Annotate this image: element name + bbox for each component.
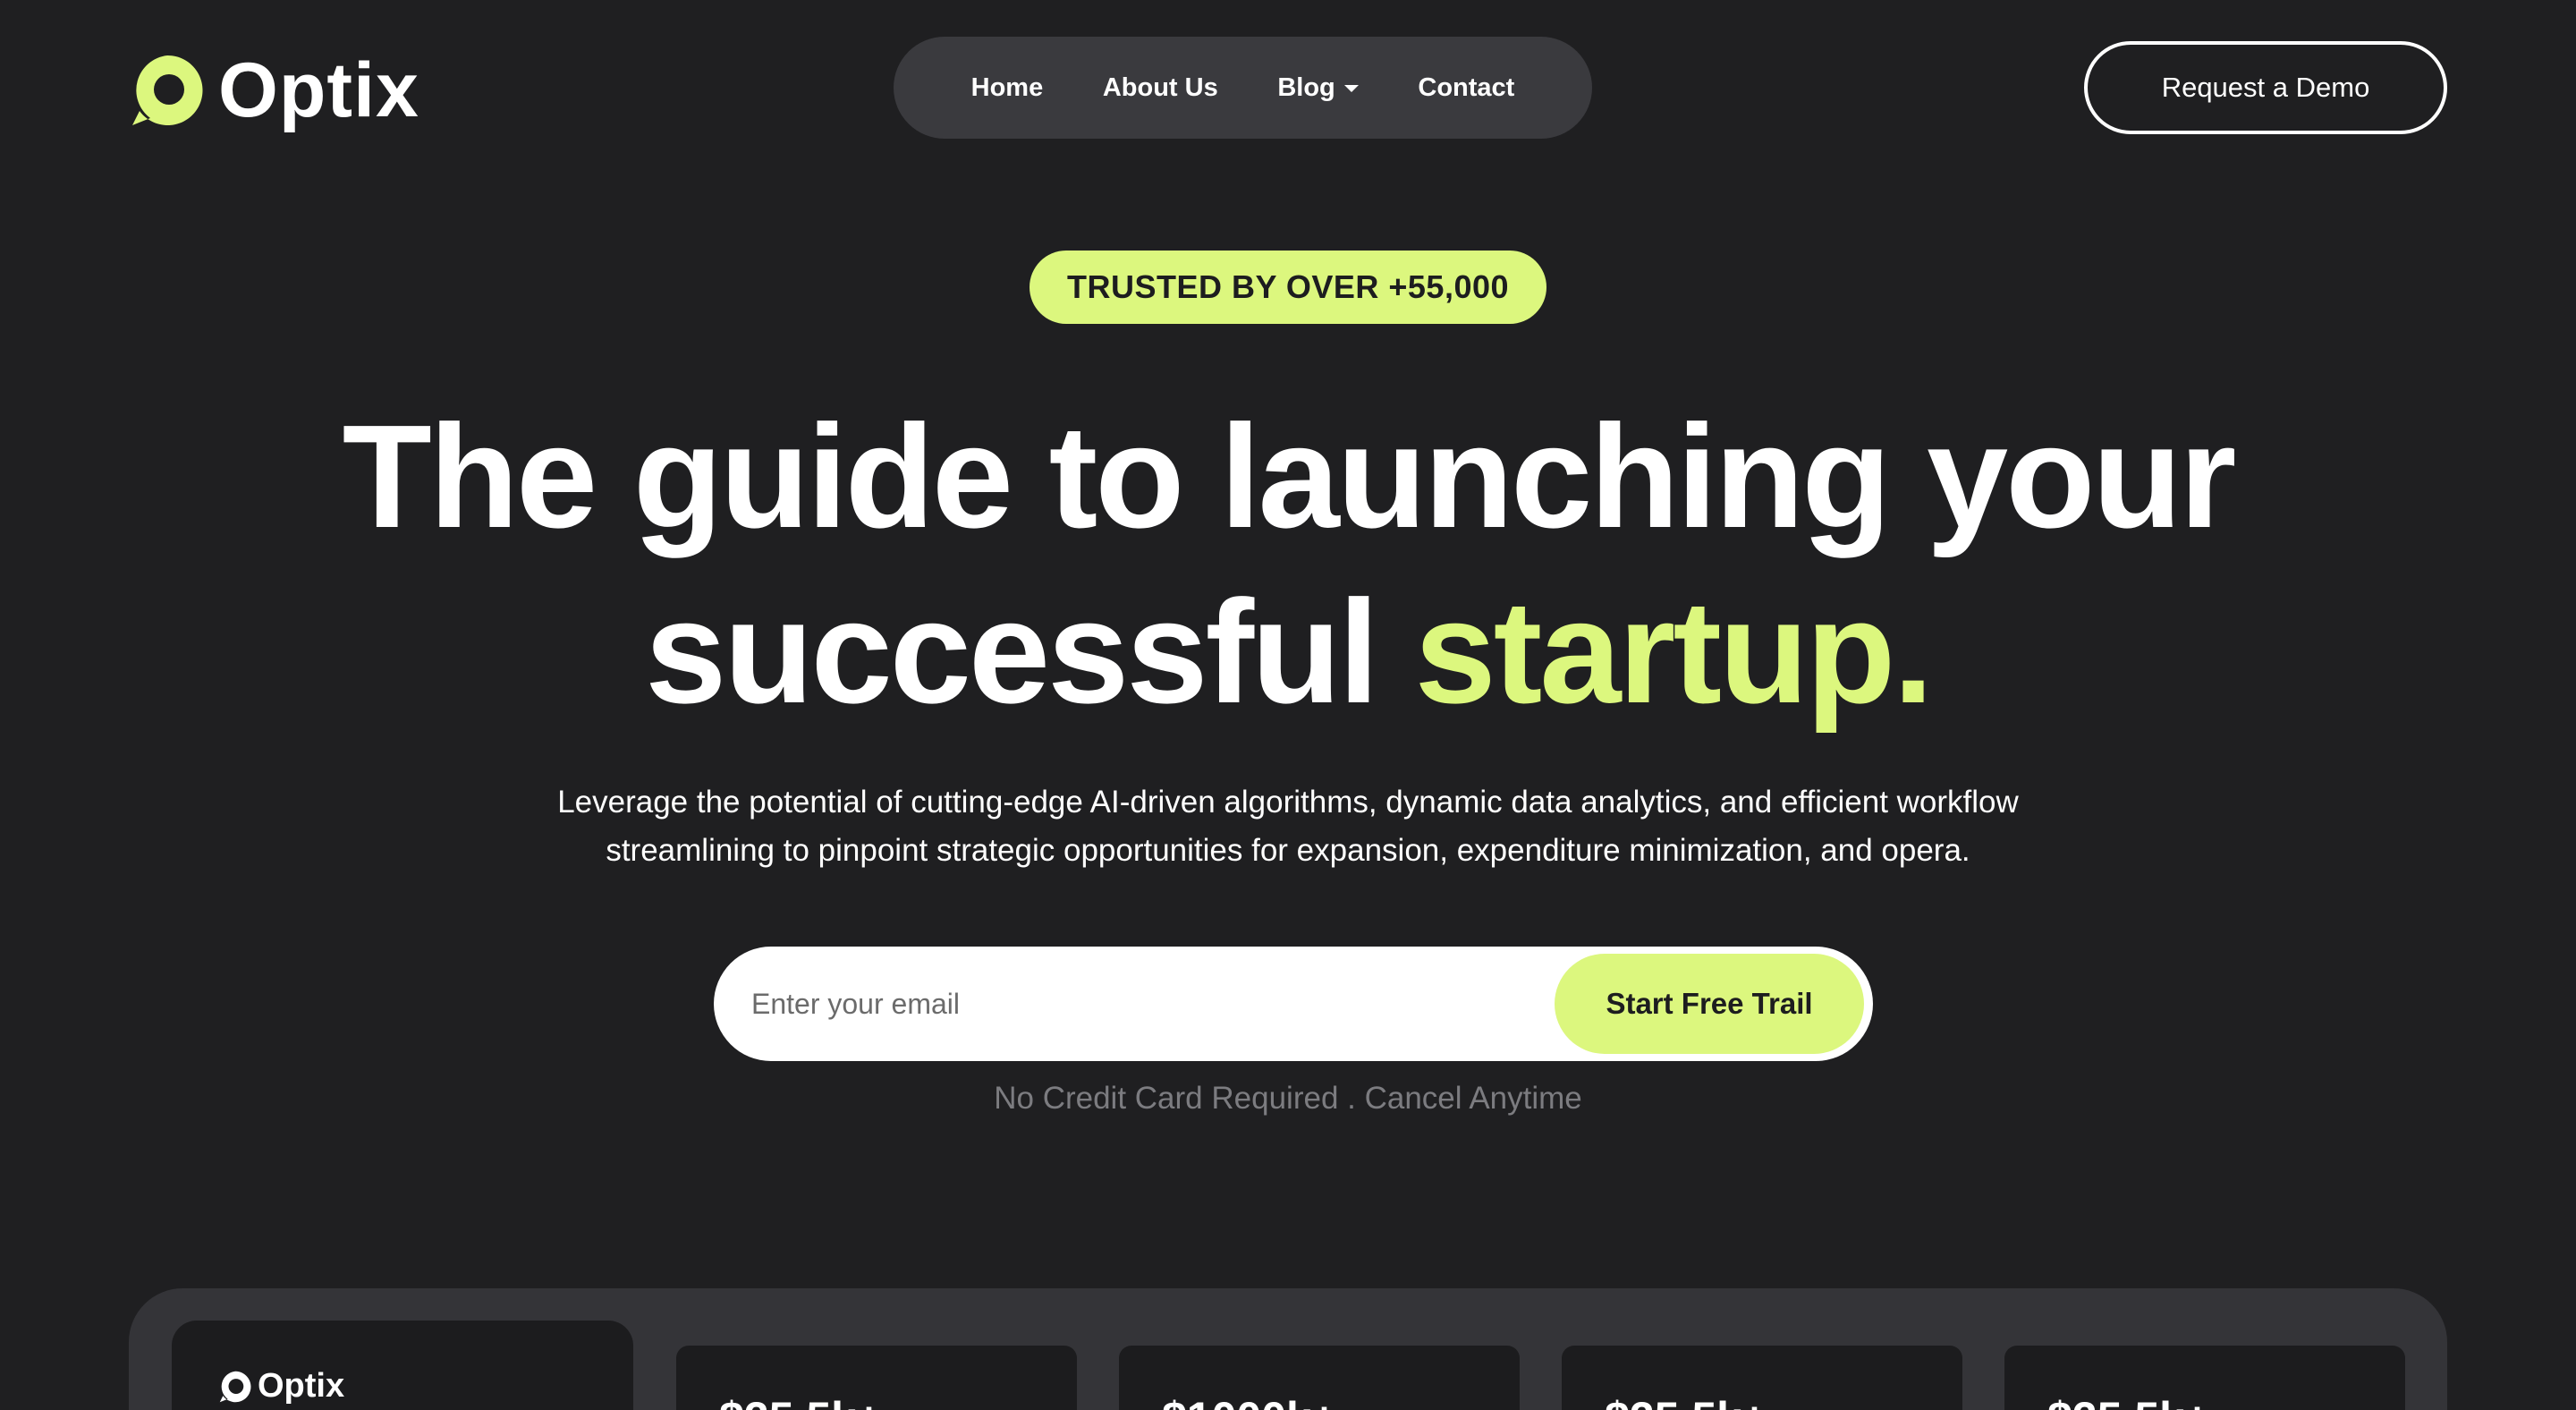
dashboard-logo: Optix [218,1367,344,1406]
headline-accent-word: startup. [1414,570,1933,734]
hero-headline: The guide to launching your successful s… [0,389,2576,740]
start-free-trial-button[interactable]: Start Free Trail [1555,954,1864,1054]
optix-logo-icon [132,55,203,126]
email-input[interactable] [750,986,1555,1022]
trusted-badge: TRUSTED BY OVER +55,000 [1030,251,1546,324]
stat-value: $1000k+ [1162,1392,1337,1410]
brand-name: Optix [218,47,419,133]
nav-item-label: Blog [1277,72,1335,102]
optix-logo-icon [219,1371,251,1402]
stat-value: $25.5k+ [719,1392,882,1410]
stat-value: $25.5k+ [1605,1392,1767,1410]
stat-card: $25.5k+ [2004,1346,2405,1410]
nav-item-contact[interactable]: Contact [1418,73,1514,103]
nav-item-blog[interactable]: Blog [1277,72,1359,103]
headline-line-1: The guide to launching your [342,395,2237,558]
dashboard-logo-text: Optix [258,1367,345,1405]
request-demo-button[interactable]: Request a Demo [2084,41,2447,134]
nav-item-about-us[interactable]: About Us [1103,73,1218,103]
stat-card: $1000k+ [1119,1346,1520,1410]
caret-down-icon [1343,85,1359,92]
stat-card: $25.5k+ [676,1346,1077,1410]
stat-card: $25.5k+ [1562,1346,1962,1410]
hero-subtext: Leverage the potential of cutting-edge A… [557,785,2019,868]
nav-item-label: Home [970,72,1044,102]
nav-item-label: Contact [1418,72,1515,102]
stat-value: $25.5k+ [2047,1392,2210,1410]
nav-item-label: About Us [1102,72,1218,102]
no-credit-card-note: No Credit Card Required . Cancel Anytime [994,1081,1582,1116]
main-nav: Home About Us Blog Contact [894,37,1592,139]
landing-page: Optix Home About Us Blog Contact Request… [0,0,2576,1410]
nav-item-home[interactable]: Home [971,73,1044,103]
brand-logo[interactable]: Optix [129,52,419,129]
email-signup-form: Start Free Trail [714,947,1873,1061]
headline-line-2: successful [645,570,1379,734]
